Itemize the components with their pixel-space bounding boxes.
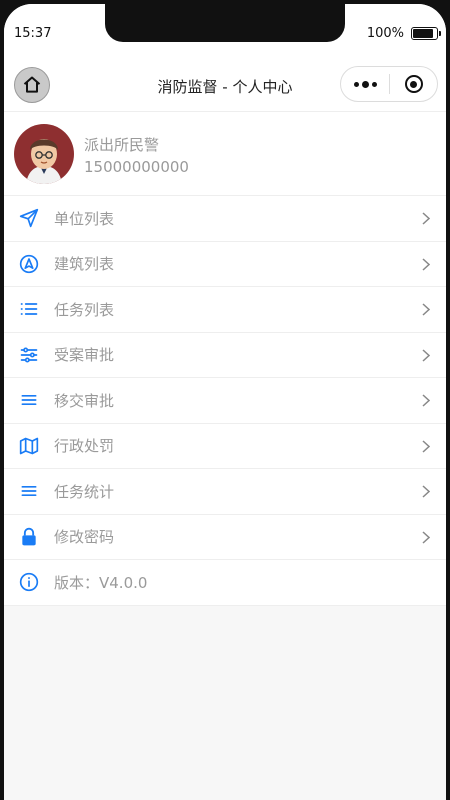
navigation-bar: 消防监督 - 个人中心 xyxy=(4,62,446,112)
mini-program-capsule xyxy=(340,66,438,102)
home-button[interactable] xyxy=(14,67,50,103)
chevron-right-icon xyxy=(422,531,430,544)
list-icon xyxy=(20,303,38,316)
menu-item-unit-list[interactable]: 单位列表 xyxy=(4,196,446,242)
version-label: 版本：V4.0.0 xyxy=(54,573,148,592)
menu-item-building-list[interactable]: 建筑列表 xyxy=(4,242,446,287)
chevron-right-icon xyxy=(422,303,430,316)
menu-item-change-password[interactable]: 修改密码 xyxy=(4,515,446,560)
page-title: 消防监督 - 个人中心 xyxy=(157,78,293,96)
menu-item-label: 修改密码 xyxy=(54,528,115,547)
sliders-icon xyxy=(20,347,38,363)
home-icon xyxy=(23,76,41,93)
menu-item-label: 行政处罚 xyxy=(54,437,115,456)
info-icon xyxy=(19,573,39,592)
chevron-right-icon xyxy=(422,440,430,453)
menu-item-task-list[interactable]: 任务列表 xyxy=(4,287,446,333)
menu-item-label: 受案审批 xyxy=(54,346,115,365)
menu-item-label: 任务统计 xyxy=(54,482,115,501)
lock-icon xyxy=(22,527,36,546)
menu-item-label: 任务列表 xyxy=(54,300,115,319)
phone-screen: 15:37 100% 消防监督 - 个人中心 派出所民警 15000000000… xyxy=(4,4,446,800)
battery-percent: 100% xyxy=(366,26,404,41)
battery-icon xyxy=(411,27,441,40)
send-icon xyxy=(19,209,39,228)
menu-item-task-statistics[interactable]: 任务统计 xyxy=(4,469,446,515)
chevron-right-icon xyxy=(422,349,430,362)
chevron-right-icon xyxy=(422,485,430,498)
chevron-right-icon xyxy=(422,394,430,407)
menu-item-transfer-approval[interactable]: 移交审批 xyxy=(4,378,446,424)
menu-item-administrative-penalty[interactable]: 行政处罚 xyxy=(4,424,446,469)
menu-item-case-approval[interactable]: 受案审批 xyxy=(4,333,446,378)
status-time: 15:37 xyxy=(14,26,52,41)
menu-item-label: 建筑列表 xyxy=(54,255,115,274)
menu-icon xyxy=(21,486,37,497)
menu-item-label: 移交审批 xyxy=(54,391,115,410)
chevron-right-icon xyxy=(422,258,430,271)
more-button[interactable] xyxy=(341,67,389,101)
profile-phone: 15000000000 xyxy=(84,158,189,176)
chevron-right-icon xyxy=(422,212,430,225)
avatar xyxy=(14,124,74,184)
menu-icon xyxy=(21,395,37,406)
menu-item-version: 版本：V4.0.0 xyxy=(4,560,446,606)
more-icon xyxy=(353,80,377,88)
close-mini-program-icon xyxy=(404,75,423,93)
status-bar: 15:37 100% xyxy=(4,4,446,62)
close-mini-program-button[interactable] xyxy=(390,75,437,93)
device-notch xyxy=(105,4,345,42)
navigation-icon xyxy=(19,254,39,273)
menu-list: 单位列表 建筑列表 任务列表 受案审批 移交审批 行政处罚 任务统计 修改密码 … xyxy=(4,196,446,606)
map-icon xyxy=(19,437,39,455)
menu-item-label: 单位列表 xyxy=(54,209,115,228)
profile-card[interactable]: 派出所民警 15000000000 xyxy=(4,112,446,196)
profile-role: 派出所民警 xyxy=(84,136,160,154)
